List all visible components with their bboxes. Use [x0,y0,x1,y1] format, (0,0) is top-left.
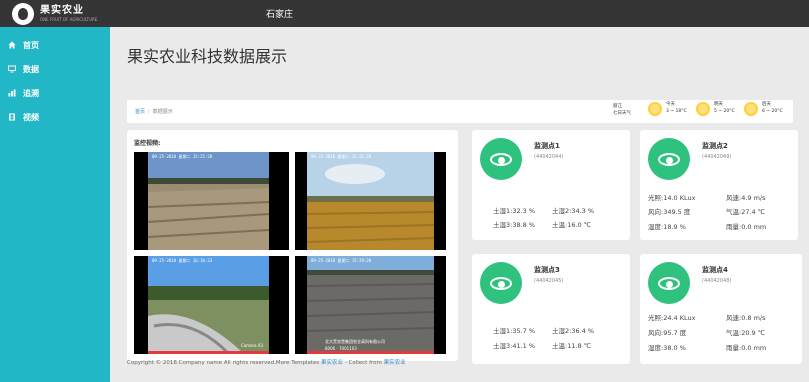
sidebar-item-home[interactable]: 首页 [0,33,110,57]
footer-link-collect[interactable]: 果实农业 [384,360,406,366]
page-title: 果实农业科技数据展示 [127,47,288,66]
sensor-reading: 土湿3:41.1 % [493,342,536,350]
weather-day: 明天 [714,102,723,108]
chart-icon [8,89,16,97]
video-label: 监控视频: [134,140,161,147]
sensor-id: (44042048) [702,278,732,284]
sensor-reading: 雨量:0.0 mm [726,223,767,231]
sensor-reading: 气温:27.4 ℃ [726,208,766,216]
weather-today: 今天 3 ~ 18°C [648,102,687,116]
sensor-reading: 气温:20.9 ℃ [726,329,766,337]
sidebar-item-label: 数据 [23,64,39,74]
monitor-icon [8,65,16,73]
video-feed-2[interactable]: 09-25-2018 星期二 15:25:20 [295,152,446,250]
breadcrumb-separator: / [148,109,150,115]
sensor-title: 监测点3 [534,266,560,274]
main-content: 果实农业科技数据展示 首页 / 数据展示 丽江 七日天气 今天 3 ~ 18°C 明… [110,27,809,382]
logo-title: 果实农业 [40,4,84,16]
footer-text: Copyright © 2018.Company name All rights… [127,360,321,366]
video-timestamp: 09-25-2018 星期二 15:25:20 [311,154,372,159]
video-timestamp: 09-25-2018 星期二 16:10:33 [152,258,213,263]
sensor-reading: 土温:11.8 ℃ [552,342,592,350]
sidebar-item-label: 首页 [23,40,39,50]
eye-icon [480,138,522,180]
sidebar-item-label: 视频 [23,112,39,122]
video-footer: 北大荒农垦集团农业高科有限公司 [325,339,385,344]
sidebar-item-video[interactable]: 视频 [0,105,110,129]
city-name: 石家庄 [266,10,294,20]
sidebar: 首页 数据 追溯 视频 [0,27,110,382]
sidebar-item-data[interactable]: 数据 [0,57,110,81]
eye-icon [480,262,522,304]
sensor-reading: 风向:349.5 度 [648,208,691,216]
sunny-icon [744,102,758,116]
sensor-reading: 土湿3:38.8 % [493,221,536,229]
weather-day-after: 后天 6 ~ 20°C [744,102,783,116]
weather-range: 6 ~ 20°C [762,109,783,114]
video-timestamp: 09-25-2018 星期二 15:29:20 [311,258,372,263]
sensor-title: 监测点4 [702,266,728,274]
weather-days-label: 七日天气 [613,110,631,116]
sensor-reading: 光照:24.4 KLux [648,314,696,322]
video-panel: 监控视频: 09-25-2018 星期二 15:25:20 09-25-2018… [127,130,458,361]
sensor-reading: 土湿2:36.4 % [552,327,595,335]
footer-middle-text: - Collect from [343,360,384,366]
eye-icon [648,138,690,180]
weather-day: 后天 [762,102,771,108]
footer-link-templates[interactable]: 果实农业 [321,360,343,366]
sidebar-item-label: 追溯 [23,88,39,98]
sensor-reading: 湿度:18.9 % [648,223,686,231]
sensor-card-2[interactable]: 监测点2 (44042049) 光照:14.0 KLux 风速:4.9 m/s … [640,130,798,240]
sensor-reading: 光照:14.0 KLux [648,194,696,202]
sunny-icon [696,102,710,116]
sensor-reading: 风向:95.7 度 [648,329,687,337]
sunny-icon [648,102,662,116]
sensor-title: 监测点1 [534,142,560,150]
home-icon [8,41,16,49]
page-footer: Copyright © 2018.Company name All rights… [127,358,406,366]
video-footer: Camera 03 [240,343,263,348]
sidebar-item-trace[interactable]: 追溯 [0,81,110,105]
sensor-reading: 湿度:38.0 % [648,344,686,352]
sensor-reading: 土湿2:34.3 % [552,207,595,215]
eye-icon [648,262,690,304]
sensor-reading: 土温:16.0 ℃ [552,221,592,229]
sensor-card-4[interactable]: 监测点4 (44042048) 光照:24.4 KLux 风速:0.8 m/s … [640,254,802,364]
sensor-card-3[interactable]: 监测点3 (44042045) 土湿1:35.7 % 土湿2:36.4 % 土湿… [472,254,630,364]
breadcrumb-current: 数据展示 [152,109,173,115]
weather-tomorrow: 明天 5 ~ 20°C [696,102,735,116]
sensor-title: 监测点2 [702,142,728,150]
sensor-card-1[interactable]: 监测点1 (44042044) 土湿1:32.3 % 土湿2:34.3 % 土湿… [472,130,630,240]
sensor-id: (44042049) [702,154,732,160]
weather-range: 3 ~ 18°C [666,109,687,114]
weather-day: 今天 [666,102,675,108]
logo-subtitle: ONE FRUIT OF AGRICULTURE [40,16,98,22]
sensor-id: (44042044) [534,154,564,160]
breadcrumb-home-link[interactable]: 首页 [135,109,145,115]
logo-icon [12,2,34,25]
sensor-id: (44042045) [534,278,564,284]
film-icon [8,113,16,121]
video-timestamp: 09-25-2018 星期二 15:25:20 [152,154,213,159]
top-bar: 果实农业 ONE FRUIT OF AGRICULTURE 石家庄 [0,0,809,27]
breadcrumb: 首页 / 数据展示 丽江 七日天气 今天 3 ~ 18°C 明天 5 ~ 20°C … [127,100,793,123]
video-feed-1[interactable]: 09-25-2018 星期二 15:25:20 [134,152,289,250]
video-device-id: 8006 · 7001103 [325,346,357,351]
sensor-reading: 风速:4.9 m/s [726,194,766,202]
weather-range: 5 ~ 20°C [714,109,735,114]
logo[interactable]: 果实农业 ONE FRUIT OF AGRICULTURE [0,0,110,27]
weather-city: 丽江 [613,104,622,109]
video-feed-4[interactable]: 09-25-2018 星期二 15:29:20 北大荒农垦集团农业高科有限公司 … [295,256,446,354]
video-feed-3[interactable]: 09-25-2018 星期二 16:10:33 Camera 03 [134,256,289,354]
sensor-reading: 土湿1:32.3 % [493,207,536,215]
sensor-reading: 雨量:0.0 mm [726,344,767,352]
sensor-reading: 土湿1:35.7 % [493,327,536,335]
weather-city-block: 丽江 七日天气 [613,104,631,118]
sensor-reading: 风速:0.8 m/s [726,314,766,322]
